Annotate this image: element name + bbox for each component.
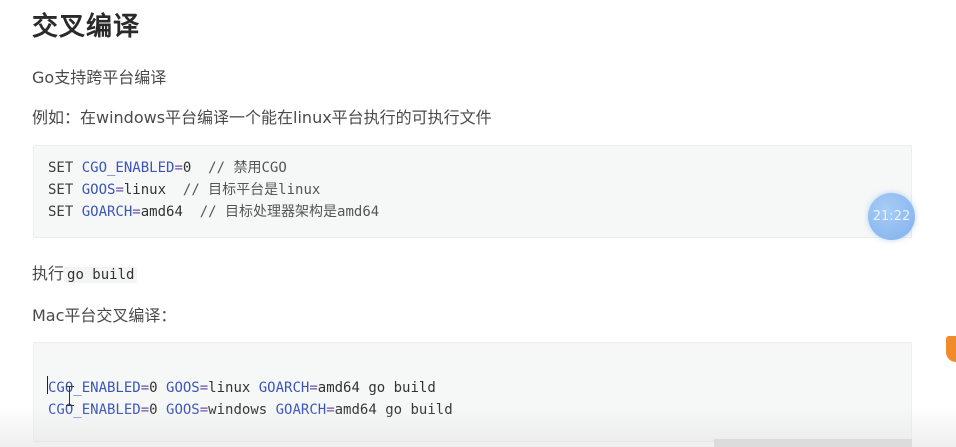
code-keyword: SET	[48, 204, 82, 220]
code-line: CGO_ENABLED=0 GOOS=windows GOARCH=amd64 …	[48, 399, 897, 421]
code-variable: CGO_ENABLED	[48, 380, 141, 396]
code-line: SET CGO_ENABLED=0 // 禁用CGO	[48, 157, 897, 179]
code-keyword: SET	[48, 182, 82, 198]
code-value: windows	[208, 402, 276, 418]
side-widget-icon[interactable]	[946, 336, 956, 362]
code-variable: GOARCH	[81, 204, 133, 220]
intro-paragraph: Go支持跨平台编译	[32, 68, 167, 87]
code-operator: =	[115, 182, 124, 198]
code-operator: =	[132, 204, 141, 220]
code-comment: // 目标处理器架构是amd64	[182, 204, 380, 220]
code-operator: =	[199, 402, 209, 418]
code-keyword: SET	[48, 160, 82, 176]
code-operator: =	[326, 402, 335, 418]
code-variable: GOOS	[81, 182, 116, 198]
windows-code-block[interactable]: SET CGO_ENABLED=0 // 禁用CGO SET GOOS=linu…	[33, 145, 912, 238]
inline-code: go build	[64, 267, 138, 283]
code-comment: // 禁用CGO	[191, 160, 287, 176]
code-operator: =	[174, 160, 183, 176]
code-value: amd64 go build	[334, 402, 453, 418]
code-operator: =	[309, 380, 318, 396]
mac-paragraph: Mac平台交叉编译：	[32, 306, 177, 325]
code-comment: // 目标平台是linux	[166, 182, 321, 198]
timer-badge[interactable]: 21:22	[868, 193, 915, 240]
code-value: 0	[149, 380, 167, 396]
ibeam-cursor-icon	[66, 386, 74, 406]
example-paragraph: 例如：在windows平台编译一个能在linux平台执行的可执行文件	[32, 108, 492, 127]
code-variable: GOARCH	[258, 380, 310, 396]
code-variable: GOOS	[166, 402, 200, 418]
code-operator: =	[199, 380, 209, 396]
bottom-bar	[714, 439, 912, 447]
code-variable: GOARCH	[275, 402, 327, 418]
code-operator: =	[140, 402, 150, 418]
build-prefix: 执行	[32, 264, 65, 283]
code-value: linux	[123, 182, 167, 198]
section-heading: 交叉编译	[32, 12, 141, 42]
code-variable: GOOS	[166, 380, 200, 396]
mac-code-block[interactable]: CGO_ENABLED=0 GOOS=linux GOARCH=amd64 go…	[33, 342, 912, 442]
code-value: 0	[149, 402, 167, 418]
text-caret	[47, 376, 48, 394]
code-line: SET GOARCH=amd64 // 目标处理器架构是amd64	[48, 201, 897, 223]
build-paragraph: 执行 go build	[32, 260, 138, 284]
code-value: linux	[208, 380, 259, 396]
code-variable: CGO_ENABLED	[48, 402, 141, 418]
code-line: SET GOOS=linux // 目标平台是linux	[48, 179, 897, 201]
document-page: 交叉编译 Go支持跨平台编译 例如：在windows平台编译一个能在linux平…	[0, 0, 956, 447]
code-value: amd64	[140, 204, 183, 220]
code-value: amd64 go build	[317, 380, 436, 396]
code-line: CGO_ENABLED=0 GOOS=linux GOARCH=amd64 go…	[48, 377, 897, 399]
code-operator: =	[140, 380, 150, 396]
code-variable: CGO_ENABLED	[81, 160, 175, 176]
